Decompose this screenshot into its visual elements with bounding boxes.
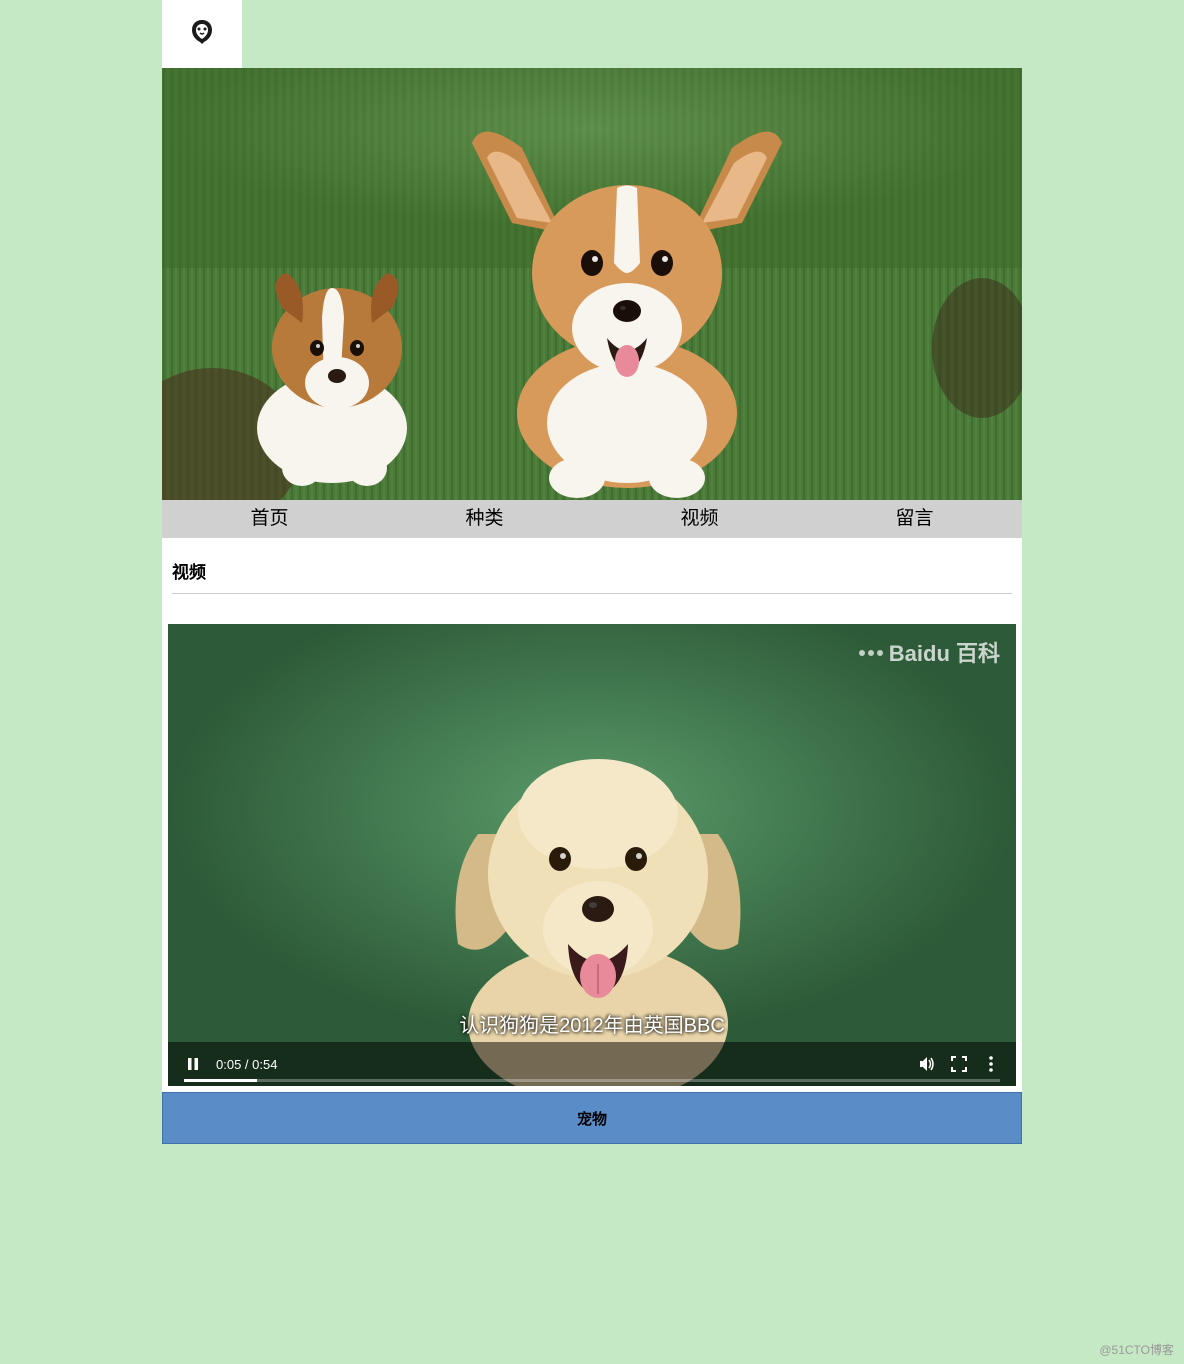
pause-icon[interactable] [184, 1055, 202, 1073]
nav-videos[interactable]: 视频 [592, 500, 807, 538]
progress-fill [184, 1079, 257, 1082]
logo-icon [186, 16, 218, 53]
progress-bar[interactable] [184, 1079, 1000, 1082]
more-icon[interactable] [982, 1055, 1000, 1073]
fullscreen-icon[interactable] [950, 1055, 968, 1073]
nav-messages[interactable]: 留言 [807, 500, 1022, 538]
nav-home[interactable]: 首页 [162, 500, 377, 538]
footer-title: 宠物 [577, 1108, 607, 1129]
video-watermark: Baidu 百科 [859, 636, 1000, 668]
attribution: @51CTO博客 [1099, 1341, 1174, 1358]
nav-categories[interactable]: 种类 [377, 500, 592, 538]
logo-bar [162, 0, 242, 68]
section-title: 视频 [172, 558, 1012, 594]
section-header: 视频 [162, 538, 1022, 606]
footer: 宠物 [162, 1092, 1022, 1144]
page-container: 首页 种类 视频 留言 视频 [162, 0, 1022, 1144]
video-wrapper: Baidu 百科 认识狗狗是2012年由英国BBC 0:05 / 0:54 [162, 606, 1022, 1092]
video-subtitle: 认识狗狗是2012年由英国BBC [168, 1009, 1016, 1038]
paw-icon [859, 650, 883, 656]
video-player[interactable]: Baidu 百科 认识狗狗是2012年由英国BBC 0:05 / 0:54 [168, 624, 1016, 1086]
hero-image [162, 68, 1022, 500]
volume-icon[interactable] [918, 1055, 936, 1073]
video-time: 0:05 / 0:54 [216, 1057, 277, 1072]
main-nav: 首页 种类 视频 留言 [162, 500, 1022, 538]
